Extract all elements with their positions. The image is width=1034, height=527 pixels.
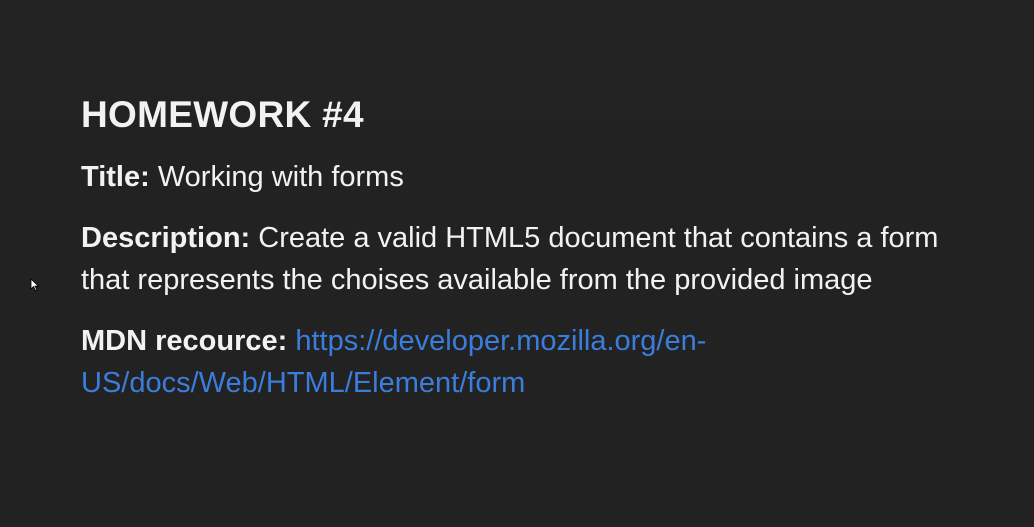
resource-line: MDN recource: https://developer.mozilla.… — [81, 320, 981, 404]
presentation-slide: HOMEWORK #4 Title: Working with forms De… — [0, 0, 1034, 527]
title-line: Title: Working with forms — [81, 156, 981, 198]
resource-label: MDN recource: — [81, 325, 288, 357]
description-label: Description: — [81, 222, 251, 254]
title-label: Title: — [81, 161, 150, 193]
description-line: Description: Create a valid HTML5 docume… — [81, 217, 981, 301]
mouse-pointer-icon — [30, 278, 40, 292]
slide-content: HOMEWORK #4 Title: Working with forms De… — [81, 92, 981, 404]
title-value: Working with forms — [157, 161, 404, 193]
slide-heading: HOMEWORK #4 — [81, 94, 364, 135]
